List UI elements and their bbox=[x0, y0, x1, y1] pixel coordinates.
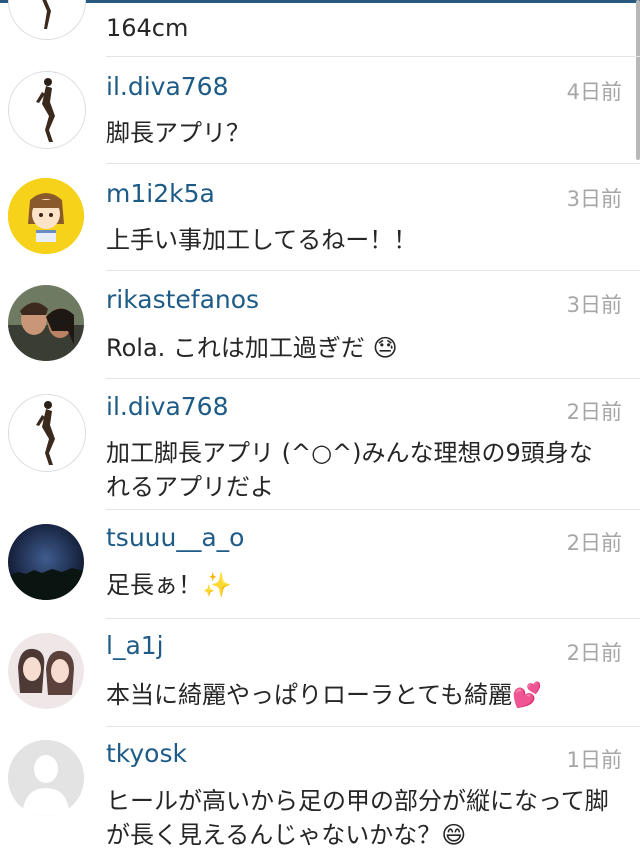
comment-username[interactable]: tsuuu__a_o bbox=[106, 523, 244, 552]
comment-body: 足長ぁ！ bbox=[106, 571, 202, 599]
comment-text: ヒールが高いから足の甲の部分が縦になって脚が長く見えるんじゃないかな？😄 bbox=[106, 784, 611, 852]
silhouette-dancer-icon bbox=[36, 78, 55, 142]
two-girls-photo-icon bbox=[8, 633, 84, 709]
comment-text: 加工脚長アプリ (^○^)みんな理想の9頭身なれるアプリだよ bbox=[106, 439, 593, 501]
night-sky-icon bbox=[8, 524, 84, 600]
avatar[interactable] bbox=[8, 394, 86, 472]
two-hearts-emoji-icon: 💕 bbox=[512, 681, 542, 709]
comment-item: il.diva768 2日前 加工脚長アプリ (^○^)みんな理想の9頭身なれる… bbox=[0, 379, 640, 509]
comment-username[interactable]: l_a1j bbox=[106, 631, 164, 660]
comment-body: 本当に綺麗やっぱりローラとても綺麗 bbox=[106, 681, 513, 709]
comment-item: il.diva768 4日前 脚長アプリ？ bbox=[0, 57, 640, 163]
comment-body: Rola. これは加工過ぎだ bbox=[106, 334, 365, 362]
comment-item: tkyosk 1日前 ヒールが高いから足の甲の部分が縦になって脚が長く見えるんじ… bbox=[0, 727, 640, 854]
comment-item: m1i2k5a 3日前 上手い事加工してるねー！！ bbox=[0, 164, 640, 270]
avatar[interactable] bbox=[8, 178, 84, 254]
comment-item: l_a1j 2日前 本当に綺麗やっぱりローラとても綺麗💕 bbox=[0, 619, 640, 726]
comment-timestamp: 2日前 bbox=[566, 641, 622, 665]
avatar[interactable] bbox=[8, 633, 84, 709]
comment-username[interactable]: tkyosk bbox=[106, 739, 187, 768]
comment-item: rikastefanos 3日前 Rola. これは加工過ぎだ 😓 bbox=[0, 271, 640, 378]
comment-body: ヒールが高いから足の甲の部分が縦になって脚が長く見えるんじゃないかな？ bbox=[106, 787, 609, 849]
comment-timestamp: 2日前 bbox=[566, 531, 622, 555]
comment-username[interactable]: m1i2k5a bbox=[106, 179, 215, 208]
avatar[interactable] bbox=[8, 71, 86, 149]
grinning-face-emoji-icon: 😄 bbox=[441, 821, 467, 849]
cartoon-girl-icon bbox=[8, 178, 84, 254]
sweat-face-emoji-icon: 😓 bbox=[372, 334, 398, 362]
comment-text: 上手い事加工してるねー！！ bbox=[106, 226, 418, 254]
comment-text: 本当に綺麗やっぱりローラとても綺麗💕 bbox=[106, 678, 611, 712]
comment-username[interactable]: il.diva768 bbox=[106, 392, 229, 421]
avatar[interactable] bbox=[8, 0, 86, 40]
comment-text: Rola. これは加工過ぎだ 😓 bbox=[106, 331, 611, 365]
avatar[interactable] bbox=[8, 285, 84, 361]
comment-username[interactable]: rikastefanos bbox=[106, 285, 259, 314]
comment-text: 164cm bbox=[106, 14, 189, 42]
comment-timestamp: 3日前 bbox=[566, 293, 622, 317]
comment-timestamp: 4日前 bbox=[566, 80, 622, 104]
comment-timestamp: 2日前 bbox=[566, 400, 622, 424]
sparkles-emoji-icon: ✨ bbox=[202, 571, 232, 599]
silhouette-dancer-icon bbox=[42, 0, 51, 29]
avatar[interactable] bbox=[8, 740, 84, 816]
comment-partial: 164cm bbox=[0, 0, 640, 58]
couple-photo-icon bbox=[8, 285, 84, 361]
default-person-icon bbox=[8, 740, 84, 816]
comment-text: 脚長アプリ？ bbox=[106, 119, 250, 147]
comment-timestamp: 1日前 bbox=[566, 748, 622, 772]
comment-username[interactable]: il.diva768 bbox=[106, 72, 229, 101]
avatar[interactable] bbox=[8, 524, 84, 600]
silhouette-dancer-icon bbox=[36, 401, 55, 465]
comment-timestamp: 3日前 bbox=[566, 187, 622, 211]
comment-item: tsuuu__a_o 2日前 足長ぁ！✨ bbox=[0, 510, 640, 618]
comment-text: 足長ぁ！✨ bbox=[106, 568, 611, 602]
